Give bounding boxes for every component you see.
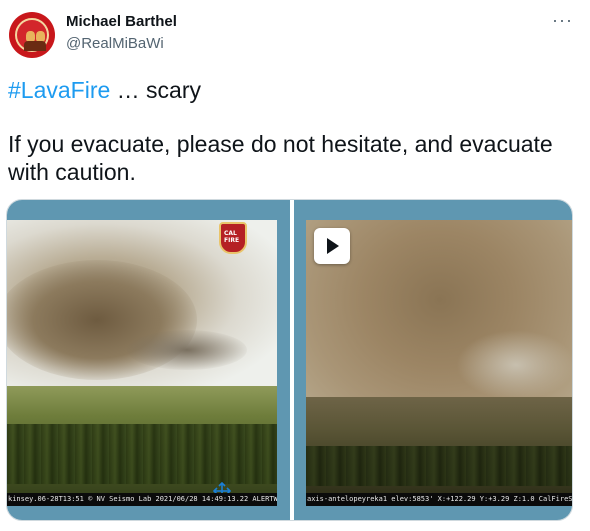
play-button[interactable] xyxy=(314,228,350,264)
tweet-line-3: with caution. xyxy=(8,159,136,185)
author-handle[interactable]: @RealMiBaWi xyxy=(66,35,164,52)
avatar[interactable] xyxy=(9,12,55,58)
media-video-right[interactable]: axis-antelopeyreka1 elev:5853' X:+122.29… xyxy=(294,200,572,520)
tweet-text: #LavaFire … scary If you evacuate, pleas… xyxy=(8,76,578,186)
tweet-media-grid: CAL FIRE kinsey.06-28T13:51 © NV Seismo … xyxy=(6,199,573,521)
play-icon xyxy=(327,238,339,254)
camera-caption-right: axis-antelopeyreka1 elev:5853' X:+122.29… xyxy=(306,493,572,506)
smoke-plume xyxy=(456,330,572,400)
more-options-icon[interactable]: ··· xyxy=(552,10,573,31)
wildfire-camera-photo-left[interactable]: CAL FIRE kinsey.06-28T13:51 © NV Seismo … xyxy=(7,220,277,506)
tweet-line-1-text: … scary xyxy=(110,77,202,103)
tweet-line-1: #LavaFire … scary xyxy=(8,76,578,104)
camera-caption-left: kinsey.06-28T13:51 © NV Seismo Lab 2021/… xyxy=(7,493,277,506)
hashtag-link[interactable]: #LavaFire xyxy=(8,77,110,103)
tweet-line-2: If you evacuate, please do not hesitate,… xyxy=(8,131,553,157)
calfire-badge-icon: CAL FIRE xyxy=(219,222,247,254)
author-display-name[interactable]: Michael Barthel xyxy=(66,13,177,30)
wildfire-camera-video-right[interactable]: axis-antelopeyreka1 elev:5853' X:+122.29… xyxy=(306,220,572,506)
media-image-left[interactable]: CAL FIRE kinsey.06-28T13:51 © NV Seismo … xyxy=(7,200,290,520)
firefighter-crest-icon xyxy=(15,18,49,52)
